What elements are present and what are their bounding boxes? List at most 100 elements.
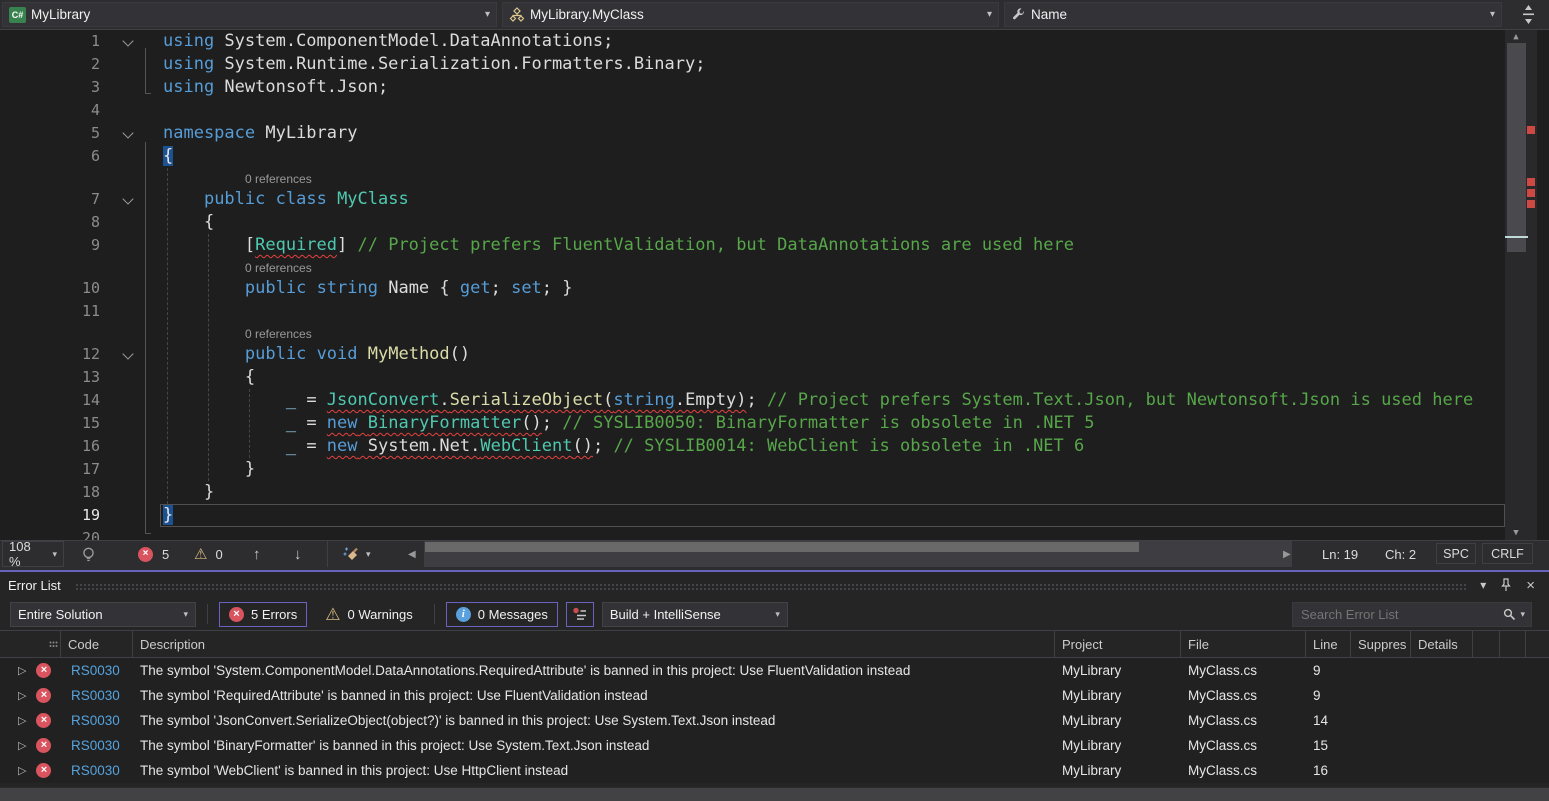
code-line[interactable]: 16 _ = new System.Net.WebClient(); // SY… xyxy=(0,435,1549,458)
scroll-up-icon[interactable]: ▲ xyxy=(1505,30,1527,44)
error-mark[interactable] xyxy=(1527,200,1535,208)
code-line[interactable]: 5 namespace MyLibrary xyxy=(0,122,1549,145)
line-number[interactable]: 12 xyxy=(0,343,100,366)
fold-margin[interactable] xyxy=(100,527,163,540)
expand-row-icon[interactable]: ▷ xyxy=(18,664,26,677)
line-number[interactable]: 9 xyxy=(0,234,100,257)
line-number[interactable]: 18 xyxy=(0,481,100,504)
code-line[interactable]: 14 _ = JsonConvert.SerializeObject(strin… xyxy=(0,389,1549,412)
error-row[interactable]: ▷×RS0030The symbol 'RequiredAttribute' i… xyxy=(0,683,1549,708)
code-editor[interactable]: 1 using System.ComponentModel.DataAnnotat… xyxy=(0,30,1549,540)
column-header-suppression[interactable]: Suppres xyxy=(1351,631,1411,657)
search-icon[interactable] xyxy=(1503,608,1516,621)
expand-row-icon[interactable]: ▷ xyxy=(18,714,26,727)
line-number[interactable]: 1 xyxy=(0,30,100,53)
fold-margin[interactable] xyxy=(100,53,163,76)
column-header-details[interactable]: Details xyxy=(1411,631,1473,657)
codelens-row[interactable]: 0 references xyxy=(0,257,1549,277)
code-text[interactable]: using System.Runtime.Serialization.Forma… xyxy=(163,53,705,76)
codelens-row[interactable]: 0 references xyxy=(0,168,1549,188)
column-header-code[interactable]: Code xyxy=(61,631,133,657)
member-dropdown[interactable]: Name ▾ xyxy=(1004,2,1502,27)
code-text[interactable]: _ = new System.Net.WebClient(); // SYSLI… xyxy=(163,435,1084,458)
code-line[interactable]: 17 } xyxy=(0,458,1549,481)
next-issue-button[interactable]: ↓ xyxy=(294,541,302,567)
line-number[interactable]: 7 xyxy=(0,188,100,211)
code-line[interactable]: 8 { xyxy=(0,211,1549,234)
code-line[interactable]: 10 public string Name { get; set; } xyxy=(0,277,1549,300)
fold-margin[interactable] xyxy=(100,481,163,504)
expand-row-icon[interactable]: ▷ xyxy=(18,689,26,702)
fold-margin[interactable] xyxy=(100,211,163,234)
code-line[interactable]: 3using Newtonsoft.Json; xyxy=(0,76,1549,99)
fold-margin[interactable] xyxy=(100,435,163,458)
fold-margin[interactable] xyxy=(100,234,163,257)
warnings-filter-button[interactable]: ⚠ 0 Warnings xyxy=(315,602,423,627)
code-text[interactable]: namespace MyLibrary xyxy=(163,122,357,145)
line-number[interactable]: 10 xyxy=(0,277,100,300)
error-mark[interactable] xyxy=(1527,189,1535,197)
fold-margin[interactable] xyxy=(100,458,163,481)
error-row[interactable]: ▷×RS0030The symbol 'System.ComponentMode… xyxy=(0,658,1549,683)
fold-margin[interactable] xyxy=(100,504,163,527)
pin-icon[interactable] xyxy=(1500,578,1512,592)
search-error-list[interactable]: ▾ xyxy=(1292,602,1532,627)
show-details-button[interactable] xyxy=(566,602,594,627)
code-text[interactable]: using System.ComponentModel.DataAnnotati… xyxy=(163,30,613,53)
line-number[interactable]: 5 xyxy=(0,122,100,145)
code-text[interactable]: { xyxy=(163,211,214,234)
scroll-down-icon[interactable]: ▼ xyxy=(1505,526,1527,540)
scope-dropdown[interactable]: Entire Solution ▾ xyxy=(10,602,196,627)
code-line[interactable]: 6{ xyxy=(0,145,1549,168)
code-line[interactable]: 19} xyxy=(0,504,1549,527)
window-position-button[interactable]: ▾ xyxy=(1480,578,1486,592)
type-dropdown[interactable]: MyLibrary.MyClass ▾ xyxy=(502,2,999,27)
insert-mode-indicator[interactable]: SPC xyxy=(1436,543,1476,564)
zoom-dropdown[interactable]: 108 % ▾ xyxy=(2,541,64,567)
fold-margin[interactable] xyxy=(100,277,163,300)
scrollbar-thumb[interactable] xyxy=(1507,43,1526,252)
line-number[interactable]: 4 xyxy=(0,99,100,122)
search-input[interactable] xyxy=(1299,606,1503,623)
fold-margin[interactable] xyxy=(100,76,163,99)
drag-handle[interactable] xyxy=(75,583,1468,590)
scroll-left-icon[interactable]: ◀ xyxy=(408,541,416,567)
code-line[interactable]: 13 { xyxy=(0,366,1549,389)
code-line[interactable]: 12 public void MyMethod() xyxy=(0,343,1549,366)
fold-margin[interactable] xyxy=(100,99,163,122)
scroll-right-icon[interactable]: ▶ xyxy=(1283,541,1291,567)
grip-column-header[interactable] xyxy=(0,631,61,657)
expand-row-icon[interactable]: ▷ xyxy=(18,764,26,777)
line-number[interactable]: 2 xyxy=(0,53,100,76)
line-number[interactable]: 19 xyxy=(0,504,100,527)
column-header-file[interactable]: File xyxy=(1181,631,1306,657)
fold-chevron-icon[interactable] xyxy=(122,193,133,204)
code-line[interactable]: 18 } xyxy=(0,481,1549,504)
codelens-references[interactable]: 0 references xyxy=(245,172,312,186)
code-line[interactable]: 1 using System.ComponentModel.DataAnnotat… xyxy=(0,30,1549,53)
code-text[interactable]: _ = JsonConvert.SerializeObject(string.E… xyxy=(163,389,1473,412)
line-ending-indicator[interactable]: CRLF xyxy=(1482,543,1533,564)
fold-margin[interactable] xyxy=(100,300,163,323)
messages-filter-button[interactable]: i 0 Messages xyxy=(446,602,558,627)
lightbulb-icon[interactable] xyxy=(80,541,97,567)
fold-margin[interactable] xyxy=(100,389,163,412)
fold-chevron-icon[interactable] xyxy=(122,35,133,46)
split-window-button[interactable] xyxy=(1510,2,1546,28)
line-number[interactable]: 8 xyxy=(0,211,100,234)
fold-margin[interactable] xyxy=(100,30,163,53)
error-mark[interactable] xyxy=(1527,178,1535,186)
line-number[interactable]: 13 xyxy=(0,366,100,389)
fold-margin[interactable] xyxy=(100,122,163,145)
code-text[interactable]: using Newtonsoft.Json; xyxy=(163,76,388,99)
fold-margin[interactable] xyxy=(100,412,163,435)
code-line[interactable]: 2 using System.Runtime.Serialization.Form… xyxy=(0,53,1549,76)
code-line[interactable]: 7 public class MyClass xyxy=(0,188,1549,211)
code-cleanup-button[interactable]: ▾ xyxy=(342,541,371,567)
fold-margin[interactable] xyxy=(100,366,163,389)
line-number[interactable]: 15 xyxy=(0,412,100,435)
code-line[interactable]: 15 _ = new BinaryFormatter(); // SYSLIB0… xyxy=(0,412,1549,435)
project-dropdown[interactable]: C# MyLibrary ▾ xyxy=(2,2,497,27)
code-text[interactable]: } xyxy=(163,458,255,481)
codelens-references[interactable]: 0 references xyxy=(245,261,312,275)
